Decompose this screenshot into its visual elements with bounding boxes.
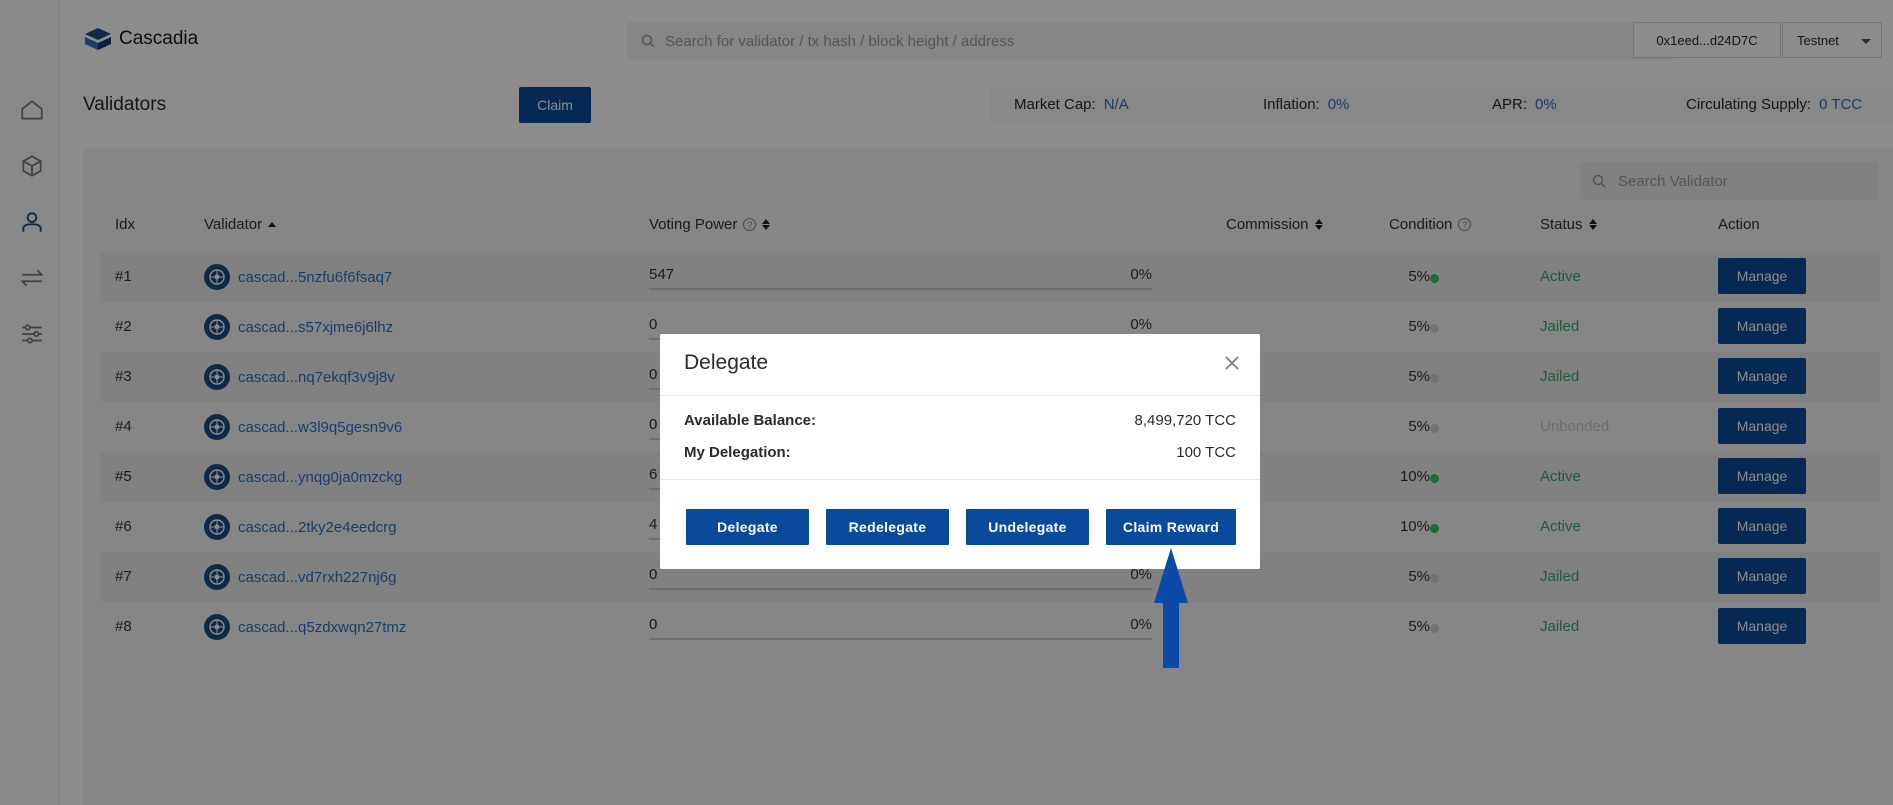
modal-actions: Delegate Redelegate Undelegate Claim Rew… bbox=[686, 509, 1236, 545]
available-balance-label: Available Balance: bbox=[684, 412, 817, 429]
pointer-arrow-icon bbox=[1154, 548, 1188, 668]
modal-body: Available Balance: 8,499,720 TCC My Dele… bbox=[660, 396, 1260, 480]
delegate-modal: Delegate Available Balance: 8,499,720 TC… bbox=[660, 334, 1260, 569]
undelegate-button[interactable]: Undelegate bbox=[966, 509, 1089, 545]
modal-title: Delegate bbox=[684, 351, 769, 374]
available-balance-value: 8,499,720 TCC bbox=[1134, 412, 1236, 429]
my-delegation-value: 100 TCC bbox=[1176, 444, 1236, 461]
modal-header: Delegate bbox=[660, 334, 1260, 396]
my-delegation-label: My Delegation: bbox=[684, 444, 791, 461]
close-icon[interactable] bbox=[1222, 353, 1242, 373]
delegate-button[interactable]: Delegate bbox=[686, 509, 809, 545]
claim-reward-button[interactable]: Claim Reward bbox=[1106, 509, 1236, 545]
redelegate-button[interactable]: Redelegate bbox=[826, 509, 949, 545]
